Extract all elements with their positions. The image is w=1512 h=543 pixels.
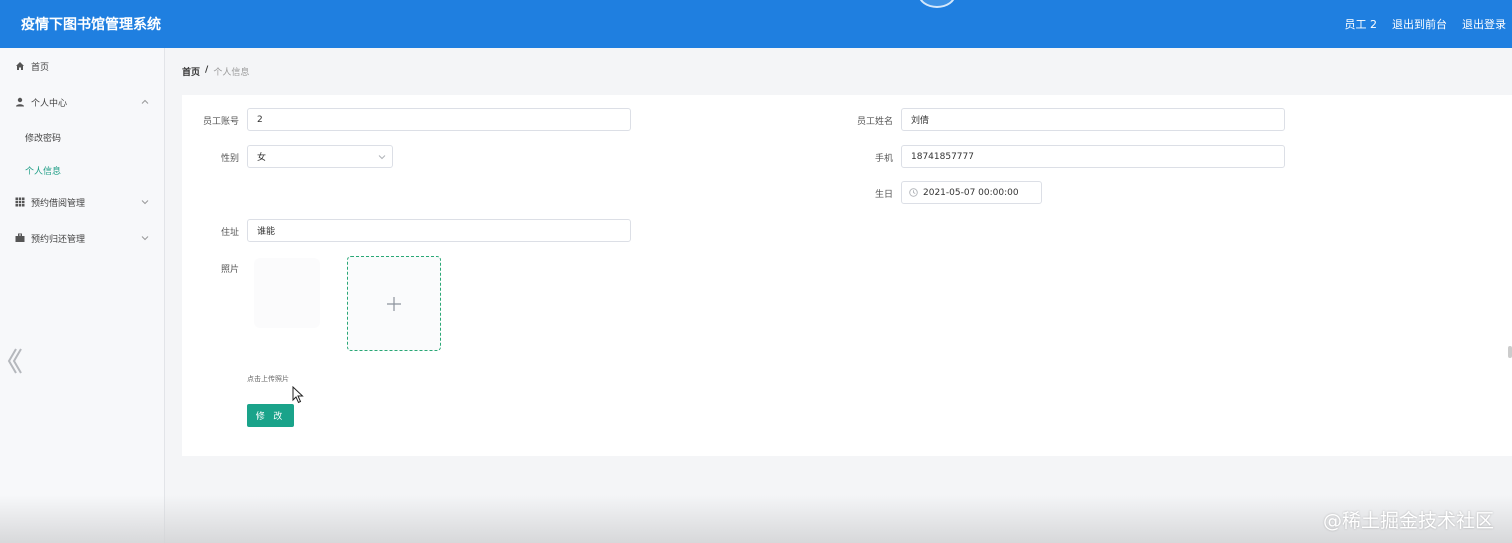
top-header: 疫情下图书馆管理系统 员工 2 退出到前台 退出登录 — [0, 0, 1512, 48]
photo-upload-button[interactable] — [347, 256, 441, 351]
sidebar-item-personal-info[interactable]: 个人信息 — [25, 164, 61, 177]
name-label: 员工姓名 — [856, 117, 893, 127]
breadcrumb-current: 个人信息 — [213, 68, 250, 78]
submit-button[interactable]: 修 改 — [247, 404, 294, 427]
sidebar-item-label: 个人中心 — [31, 98, 68, 109]
phone-label: 手机 — [874, 154, 893, 164]
watermark: @稀土掘金技术社区 — [1322, 510, 1494, 532]
photo-preview — [254, 258, 320, 328]
sidebar-item-label: 首页 — [31, 62, 50, 73]
account-label: 员工账号 — [202, 117, 239, 127]
grid-icon — [15, 197, 25, 207]
birthday-datepicker[interactable]: 2021-05-07 00:00:00 — [901, 181, 1042, 204]
exit-to-front-link[interactable]: 退出到前台 — [1392, 16, 1447, 32]
home-icon — [15, 61, 25, 71]
user-label[interactable]: 员工 2 — [1345, 16, 1378, 32]
account-input[interactable]: 2 — [247, 108, 631, 131]
breadcrumb-home[interactable]: 首页 — [182, 65, 200, 78]
mouse-cursor-icon — [292, 386, 304, 404]
app-title: 疫情下图书馆管理系统 — [21, 17, 161, 33]
gender-select[interactable]: 女 — [247, 145, 393, 168]
breadcrumb: 首页 / 个人信息 — [182, 65, 249, 78]
clock-icon — [909, 188, 918, 197]
sidebar-item-personal-center[interactable]: 个人中心 — [0, 90, 164, 114]
chevron-down-icon — [141, 200, 149, 205]
sidebar-item-label: 预约借阅管理 — [31, 198, 86, 209]
chevron-down-icon — [141, 236, 149, 241]
plus-icon — [387, 296, 401, 311]
sidebar: 首页 个人中心 修改密码 个人信息 预约借阅管理 预约归还管理 — [0, 48, 165, 543]
gender-value: 女 — [257, 153, 267, 163]
logout-link[interactable]: 退出登录 — [1462, 16, 1506, 32]
top-links: 员工 2 退出到前台 退出登录 — [1345, 16, 1507, 32]
phone-input[interactable]: 18741857777 — [901, 145, 1285, 168]
sidebar-item-change-password[interactable]: 修改密码 — [25, 131, 61, 144]
chevron-up-icon — [141, 99, 149, 104]
right-scroll-handle[interactable] — [1508, 346, 1512, 358]
birthday-value: 2021-05-07 00:00:00 — [923, 187, 1019, 198]
user-icon — [15, 97, 25, 107]
avatar-circle — [918, 0, 956, 8]
sidebar-item-label: 预约归还管理 — [31, 234, 86, 245]
chevron-down-icon — [378, 155, 386, 160]
bottom-overlay — [0, 495, 1512, 543]
name-input[interactable]: 刘倩 — [901, 108, 1285, 131]
upload-hint: 点击上传照片 — [247, 375, 289, 383]
photo-label: 照片 — [220, 265, 239, 275]
address-input[interactable]: 谁能 — [247, 219, 631, 242]
sidebar-item-reservation-return[interactable]: 预约归还管理 — [0, 226, 164, 250]
sidebar-item-reservation-borrow[interactable]: 预约借阅管理 — [0, 190, 164, 214]
collapse-sidebar-icon[interactable] — [6, 346, 24, 376]
address-label: 住址 — [220, 228, 239, 238]
breadcrumb-separator: / — [205, 65, 209, 75]
sidebar-item-home[interactable]: 首页 — [0, 54, 164, 78]
gender-label: 性别 — [220, 154, 239, 164]
briefcase-icon — [15, 233, 25, 243]
birthday-label: 生日 — [874, 190, 893, 200]
